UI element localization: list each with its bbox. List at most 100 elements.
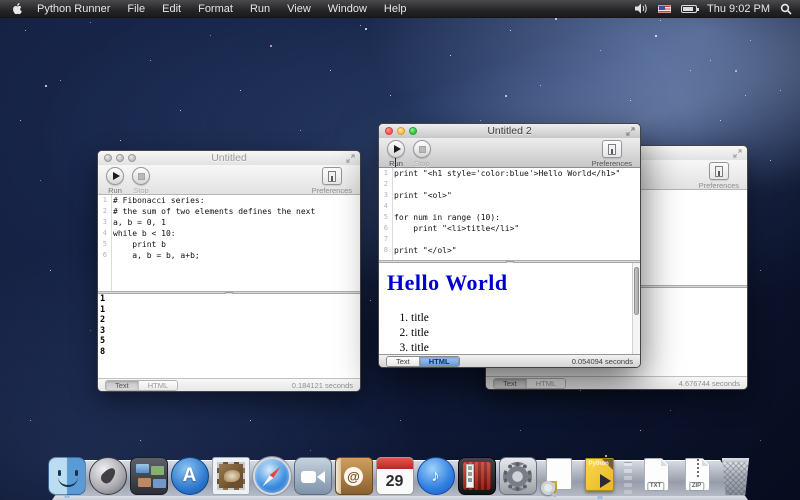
menu-item[interactable]: Help bbox=[384, 3, 407, 15]
html-output-list-item: title bbox=[411, 326, 640, 341]
output-line: 2 bbox=[98, 315, 360, 326]
line-number: 2 bbox=[98, 206, 110, 217]
menu-item[interactable]: Window bbox=[328, 3, 367, 15]
calendar-day: 29 bbox=[377, 469, 413, 494]
code-line: 7 bbox=[379, 234, 640, 245]
preferences-button[interactable]: Preferences bbox=[699, 162, 739, 190]
minimize-button[interactable] bbox=[116, 154, 124, 162]
spotlight-icon[interactable] bbox=[780, 3, 792, 15]
html-output-list-item: title bbox=[411, 311, 640, 326]
menu-item[interactable]: View bbox=[287, 3, 311, 15]
center-code-editor[interactable]: 1print "<h1 style='color:blue'>Hello Wor… bbox=[379, 168, 640, 260]
html-output-list: titletitletitletitletitletitle bbox=[379, 311, 640, 354]
input-flag-icon[interactable] bbox=[658, 5, 671, 13]
stop-label: Stop bbox=[133, 186, 148, 195]
menu-item[interactable]: Edit bbox=[162, 3, 181, 15]
preferences-button[interactable]: Preferences bbox=[312, 167, 352, 195]
dock-icon-txt-file[interactable]: TXT bbox=[637, 457, 675, 495]
left-output-pane[interactable]: 112358 bbox=[98, 294, 360, 378]
fullscreen-icon[interactable] bbox=[626, 127, 635, 136]
menu-bar-clock[interactable]: Thu 9:02 PM bbox=[707, 3, 770, 15]
preferences-icon bbox=[328, 171, 336, 182]
line-number: 3 bbox=[379, 190, 391, 201]
html-output-heading: Hello World bbox=[387, 270, 640, 296]
battery-icon[interactable] bbox=[681, 5, 697, 13]
zoom-button[interactable] bbox=[128, 154, 136, 162]
dock-icon-system-preferences[interactable] bbox=[499, 457, 537, 495]
fullscreen-icon[interactable] bbox=[733, 149, 742, 158]
line-number: 4 bbox=[379, 201, 391, 212]
dock: A @ 29 ♪ Python TXT ZIP bbox=[0, 448, 800, 500]
output-scrollbar[interactable] bbox=[632, 263, 640, 354]
segment-html[interactable]: HTML bbox=[419, 357, 459, 366]
dock-icon-launchpad[interactable] bbox=[89, 457, 127, 495]
menu-item[interactable]: Format bbox=[198, 3, 233, 15]
minimize-button[interactable] bbox=[397, 127, 405, 135]
dock-icon-mail[interactable] bbox=[212, 457, 250, 495]
dock-icon-photo-booth[interactable] bbox=[458, 457, 496, 495]
segment-text[interactable]: Text bbox=[494, 379, 526, 388]
stop-icon bbox=[138, 173, 145, 180]
running-indicator bbox=[64, 495, 69, 498]
desktop: { "menu_bar": { "menus": ["Python Runner… bbox=[0, 0, 800, 500]
code-text: print "<li>title</li>" bbox=[391, 223, 519, 234]
code-text: a, b = b, a+b; bbox=[110, 250, 200, 261]
output-line: 1 bbox=[98, 294, 360, 305]
left-window-titlebar[interactable]: Untitled bbox=[98, 151, 360, 165]
close-button[interactable] bbox=[104, 154, 112, 162]
segment-text[interactable]: Text bbox=[106, 381, 138, 390]
dock-icon-finder[interactable] bbox=[48, 457, 86, 495]
dock-icon-zip-file[interactable]: ZIP bbox=[678, 457, 716, 495]
segment-html[interactable]: HTML bbox=[138, 381, 177, 390]
center-window: Untitled 2 Run Stop Preferences 1print "… bbox=[378, 123, 641, 368]
dock-icon-trash[interactable] bbox=[719, 457, 753, 495]
dock-icon-safari[interactable] bbox=[253, 457, 291, 495]
run-button[interactable]: Run bbox=[106, 167, 124, 195]
window-title: Untitled 2 bbox=[379, 125, 640, 137]
center-window-titlebar[interactable]: Untitled 2 bbox=[379, 124, 640, 138]
preferences-label: Preferences bbox=[592, 159, 632, 168]
stop-button[interactable]: Stop bbox=[413, 140, 431, 168]
code-text bbox=[391, 201, 394, 212]
menu-item[interactable]: Run bbox=[250, 3, 270, 15]
center-window-bottombar: Text HTML 0.054094 seconds bbox=[379, 354, 640, 367]
preferences-button[interactable]: Preferences bbox=[592, 140, 632, 168]
segment-text[interactable]: Text bbox=[387, 357, 419, 366]
run-button[interactable]: Run bbox=[387, 140, 405, 168]
window-title: Untitled bbox=[98, 152, 360, 164]
run-label: Run bbox=[108, 186, 122, 195]
code-line: 4while b < 10: bbox=[98, 228, 360, 239]
left-code-editor[interactable]: 1# Fibonacci series: 2# the sum of two e… bbox=[98, 195, 360, 291]
close-button[interactable] bbox=[385, 127, 393, 135]
left-window: Untitled Run Stop Preferences 1# Fibonac… bbox=[97, 150, 361, 392]
line-number: 3 bbox=[98, 217, 110, 228]
dock-icon-mission-control[interactable] bbox=[130, 457, 168, 495]
zoom-button[interactable] bbox=[409, 127, 417, 135]
center-html-output-pane[interactable]: Hello World titletitletitletitletitletit… bbox=[379, 263, 640, 354]
volume-icon[interactable] bbox=[635, 3, 648, 14]
dock-icon-python-runner[interactable]: Python bbox=[581, 457, 619, 495]
dock-icon-address-book[interactable]: @ bbox=[335, 457, 373, 495]
python-runner-label: Python bbox=[589, 461, 609, 467]
dock-icon-app-store[interactable]: A bbox=[171, 457, 209, 495]
dock-separator bbox=[622, 459, 634, 495]
fullscreen-icon[interactable] bbox=[346, 154, 355, 163]
segment-html[interactable]: HTML bbox=[526, 379, 565, 388]
menu-item[interactable]: File bbox=[127, 3, 145, 15]
dock-icon-itunes[interactable]: ♪ bbox=[417, 457, 455, 495]
dock-icon-preview[interactable] bbox=[540, 457, 578, 495]
menu-item[interactable]: Python Runner bbox=[37, 3, 110, 15]
code-text: print "<ol>" bbox=[391, 190, 452, 201]
code-line: 2 bbox=[379, 179, 640, 190]
code-text: # the sum of two elements defines the ne… bbox=[110, 206, 315, 217]
code-text: print "<h1 style='color:blue'>Hello Worl… bbox=[391, 168, 620, 179]
output-line: 1 bbox=[98, 305, 360, 316]
output-line: 5 bbox=[98, 336, 360, 347]
scrollbar-thumb[interactable] bbox=[634, 267, 639, 315]
dock-icon-facetime[interactable] bbox=[294, 457, 332, 495]
apple-menu-icon[interactable] bbox=[12, 2, 23, 15]
dock-icon-ical[interactable]: 29 bbox=[376, 457, 414, 495]
stop-button[interactable]: Stop bbox=[132, 167, 150, 195]
line-number: 1 bbox=[98, 195, 110, 206]
code-line: 5 print b bbox=[98, 239, 360, 250]
